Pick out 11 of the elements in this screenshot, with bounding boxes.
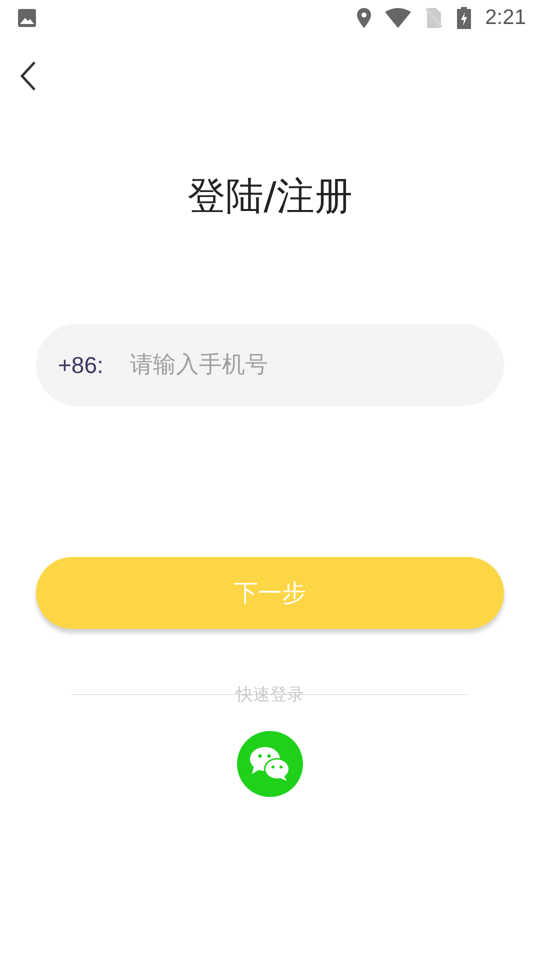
next-button[interactable]: 下一步 [36,557,504,629]
page-title: 登陆/注册 [188,173,352,220]
no-sim-icon [425,8,444,28]
battery-icon [457,7,472,29]
country-code: +86: [58,352,104,378]
status-time: 2:21 [485,6,526,30]
location-icon [357,8,372,28]
wifi-icon [385,8,412,28]
image-icon [17,8,37,28]
back-icon[interactable] [19,61,37,91]
phone-input[interactable]: 请输入手机号 [128,351,432,379]
